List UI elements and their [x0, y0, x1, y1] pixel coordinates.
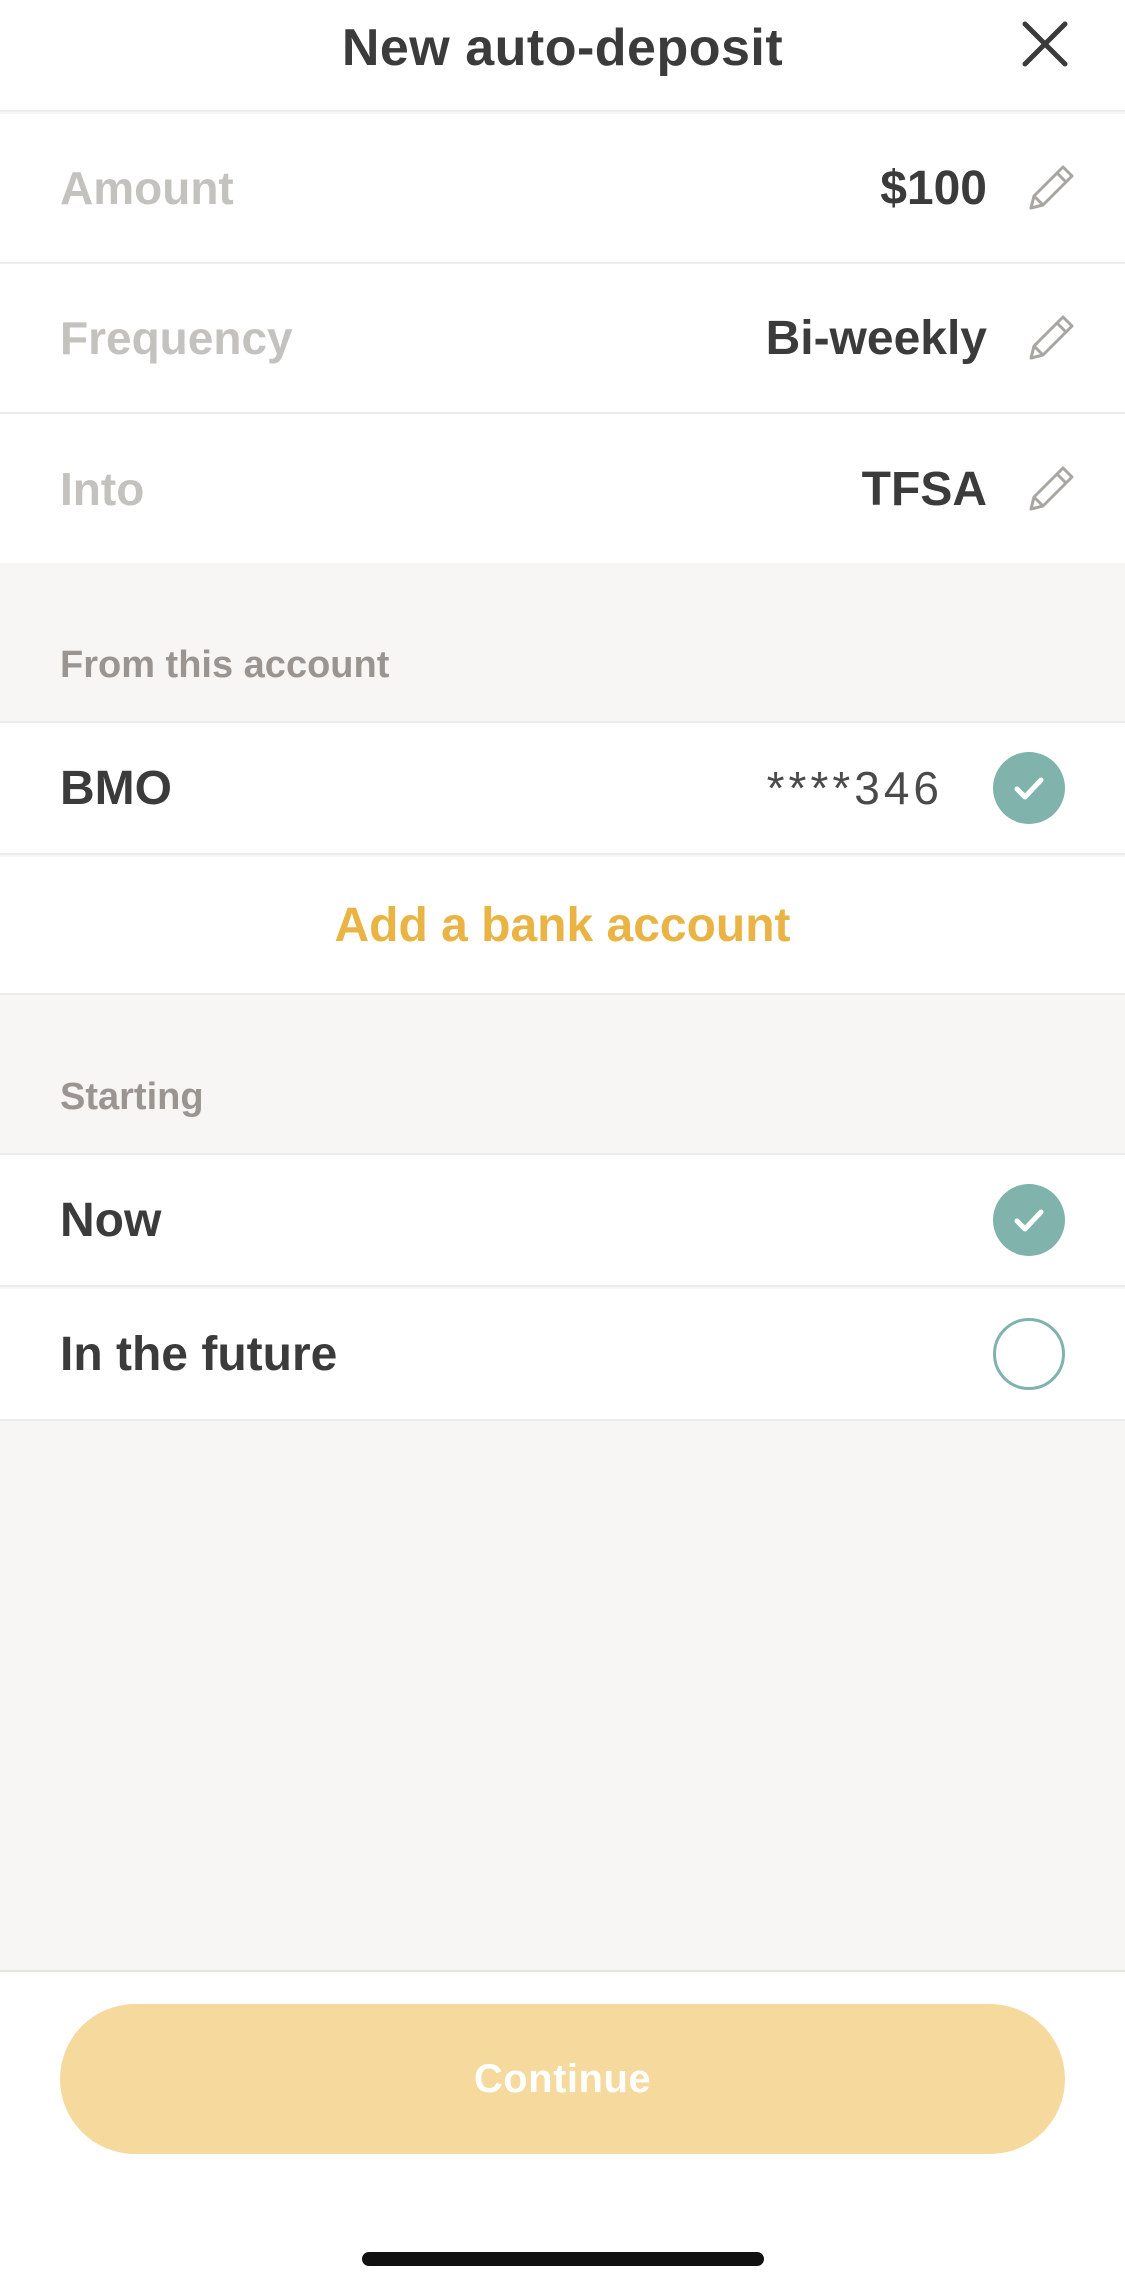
radio-unselected[interactable]	[993, 1318, 1065, 1390]
option-label: Now	[60, 1193, 162, 1247]
into-row[interactable]: Into TFSA	[0, 414, 1125, 564]
checkmark-icon	[1014, 777, 1044, 800]
section-title: Starting	[60, 1076, 204, 1118]
section-title: From this account	[60, 644, 390, 686]
pencil-icon[interactable]	[1023, 160, 1079, 216]
checkmark-icon	[1014, 1209, 1044, 1232]
add-bank-account-link[interactable]: Add a bank account	[334, 898, 790, 953]
start-option-future[interactable]: In the future	[0, 1289, 1125, 1421]
pencil-icon[interactable]	[1023, 461, 1079, 517]
auto-deposit-screen: New auto-deposit Amount $100 Frequency B…	[0, 0, 1125, 2284]
close-icon	[1022, 21, 1068, 67]
frequency-label: Frequency	[60, 312, 293, 364]
bank-account-row[interactable]: BMO ****346	[0, 723, 1125, 855]
account-number: ****346	[766, 762, 943, 814]
starting-section-header: Starting	[0, 995, 1125, 1155]
into-value: TFSA	[861, 462, 987, 516]
amount-label: Amount	[60, 162, 234, 214]
amount-row[interactable]: Amount $100	[0, 114, 1125, 264]
bank-name: BMO	[60, 761, 172, 815]
pencil-icon[interactable]	[1023, 310, 1079, 366]
frequency-value: Bi-weekly	[765, 311, 987, 365]
continue-label: Continue	[473, 2056, 652, 2101]
home-indicator	[362, 2252, 764, 2266]
add-bank-account-row[interactable]: Add a bank account	[0, 857, 1125, 995]
into-label: Into	[60, 463, 145, 515]
amount-value: $100	[880, 161, 987, 215]
from-account-section-header: From this account	[0, 563, 1125, 723]
selected-check[interactable]	[993, 752, 1065, 824]
close-button[interactable]	[1015, 14, 1075, 74]
frequency-row[interactable]: Frequency Bi-weekly	[0, 264, 1125, 414]
option-label: In the future	[60, 1327, 338, 1381]
selected-check[interactable]	[993, 1184, 1065, 1256]
page-title: New auto-deposit	[341, 19, 784, 77]
header: New auto-deposit	[0, 0, 1125, 112]
footer: Continue	[0, 1970, 1125, 2284]
start-option-now[interactable]: Now	[0, 1155, 1125, 1287]
continue-button[interactable]: Continue	[60, 2004, 1065, 2154]
